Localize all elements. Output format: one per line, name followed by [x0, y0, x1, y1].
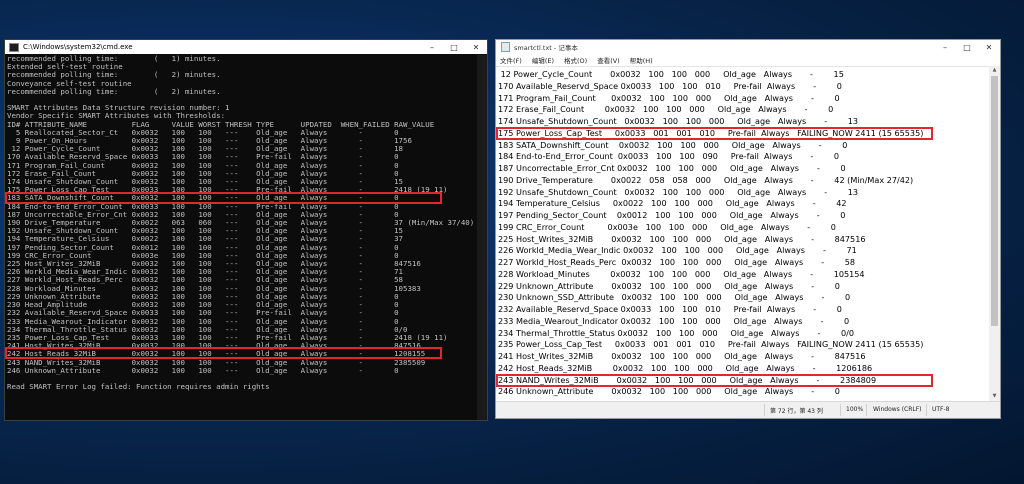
menu-edit[interactable]: 编辑(E): [532, 55, 554, 65]
notepad-line: 228 Workload_Minutes 0x0032 100 100 000 …: [498, 268, 865, 279]
status-line-ending: Windows (CRLF): [873, 406, 922, 413]
notepad-line: 199 CRC_Error_Count 0x003e 100 100 000 O…: [498, 221, 836, 232]
menu-help[interactable]: 帮助(H): [630, 55, 653, 65]
cmd-line: Read SMART Error Log failed: Function re…: [7, 382, 270, 392]
notepad-line: 174 Unsafe_Shutdown_Count 0x0032 100 100…: [498, 116, 859, 126]
notepad-line: 194 Temperature_Celsius 0x0022 100 100 0…: [498, 198, 847, 209]
minimize-icon[interactable]: –: [421, 40, 443, 54]
notepad-highlight-175: [496, 127, 933, 140]
notepad-menubar: 文件(F) 编辑(E) 格式(O) 查看(V) 帮助(H): [496, 54, 1000, 65]
notepad-line: 230 Unknown_SSD_Attribute 0x0032 100 100…: [498, 292, 851, 303]
cmd-title: C:\Windows\system32\cmd.exe: [23, 43, 133, 51]
cmd-app-icon: [9, 42, 19, 52]
notepad-window[interactable]: smartctl.txt - 记事本 – □ ✕ 文件(F) 编辑(E) 格式(…: [495, 39, 1001, 419]
maximize-icon[interactable]: □: [443, 40, 465, 54]
notepad-line: 171 Program_Fail_Count 0x0032 100 100 00…: [498, 92, 840, 103]
menu-view[interactable]: 查看(V): [597, 55, 620, 65]
menu-file[interactable]: 文件(F): [500, 55, 522, 65]
notepad-line: 184 End-to-End_Error_Count 0x0033 100 10…: [498, 151, 840, 162]
cmd-line: 246 Unknown_Attribute 0x0032 100 100 ---…: [7, 365, 399, 375]
notepad-line: 242 Host_Reads_32MiB 0x0032 100 100 000 …: [498, 362, 873, 373]
notepad-line: 229 Unknown_Attribute 0x0032 100 100 000…: [498, 280, 840, 291]
notepad-titlebar[interactable]: smartctl.txt - 记事本 – □ ✕: [496, 40, 1000, 54]
notepad-line: 227 Workld_Host_Reads_Perc 0x0032 100 10…: [498, 257, 856, 267]
status-encoding: UTF-8: [932, 406, 950, 413]
notepad-line: 170 Available_Reservd_Space 0x0033 100 1…: [498, 80, 842, 91]
notepad-line: 187 Uncorrectable_Error_Cnt 0x0032 100 1…: [498, 163, 846, 173]
notepad-line: 192 Unsafe_Shutdown_Count 0x0032 100 100…: [498, 186, 859, 197]
notepad-line: 172 Erase_Fail_Count 0x0032 100 100 000 …: [498, 104, 834, 115]
notepad-line: 226 Workld_Media_Wear_Indic 0x0032 100 1…: [498, 245, 857, 256]
cmd-highlight-175: [5, 192, 442, 204]
notepad-app-icon: [501, 42, 510, 52]
notepad-line: 183 SATA_Downshift_Count 0x0032 100 100 …: [498, 139, 848, 150]
notepad-line: 232 Available_Reservd_Space 0x0033 100 1…: [498, 304, 842, 314]
notepad-line: 241 Host_Writes_32MiB 0x0032 100 100 000…: [498, 351, 866, 361]
notepad-line: 234 Thermal_Throttle_Status 0x0032 100 1…: [498, 327, 854, 338]
status-zoom: 100%: [846, 406, 864, 413]
cmd-highlight-235: [5, 347, 442, 359]
cmd-window[interactable]: C:\Windows\system32\cmd.exe – □ ✕ recomm…: [4, 39, 488, 421]
notepad-line: 225 Host_Writes_32MiB 0x0032 100 100 000…: [498, 233, 866, 244]
notepad-line: 233 Media_Wearout_Indicator 0x0032 100 1…: [498, 315, 850, 326]
cmd-line: recommended polling time: ( 2) minutes.: [7, 86, 221, 96]
menu-format[interactable]: 格式(O): [564, 55, 587, 65]
notepad-line: 197 Pending_Sector_Count 0x0012 100 100 …: [498, 210, 846, 220]
status-divider: [866, 404, 867, 416]
cmd-output: recommended polling time: ( 1) minutes. E…: [7, 55, 475, 420]
close-icon[interactable]: ✕: [978, 40, 1000, 54]
notepad-line: 190 Drive_Temperature 0x0022 058 058 000…: [498, 174, 914, 185]
status-divider: [764, 404, 765, 416]
cmd-titlebar[interactable]: C:\Windows\system32\cmd.exe – □ ✕: [5, 40, 487, 54]
scroll-down-icon[interactable]: ▼: [989, 392, 1000, 401]
notepad-statusbar: 第 72 行，第 43 列 100% Windows (CRLF) UTF-8: [496, 401, 1000, 418]
notepad-line: 12 Power_Cycle_Count 0x0032 100 100 000 …: [498, 69, 844, 79]
close-icon[interactable]: ✕: [465, 40, 487, 54]
notepad-title: smartctl.txt - 记事本: [514, 44, 578, 52]
notepad-highlight-235: [496, 374, 933, 387]
notepad-text: 12 Power_Cycle_Count 0x0032 100 100 000 …: [498, 69, 923, 398]
notepad-editor[interactable]: 12 Power_Cycle_Count 0x0032 100 100 000 …: [496, 66, 989, 401]
status-position: 第 72 行，第 43 列: [770, 408, 823, 415]
notepad-scrollbar[interactable]: ▲ ▼: [989, 66, 1000, 401]
scroll-up-icon[interactable]: ▲: [989, 66, 1000, 75]
status-divider: [926, 404, 927, 416]
notepad-line: 246 Unknown_Attribute 0x0032 100 100 000…: [498, 386, 840, 397]
notepad-line: 235 Power_Loss_Cap_Test 0x0033 001 001 0…: [498, 339, 924, 350]
maximize-icon[interactable]: □: [956, 40, 978, 54]
scroll-thumb[interactable]: [991, 76, 998, 326]
minimize-icon[interactable]: –: [934, 40, 956, 54]
cmd-scrollbar[interactable]: [477, 55, 487, 420]
status-divider: [840, 404, 841, 416]
